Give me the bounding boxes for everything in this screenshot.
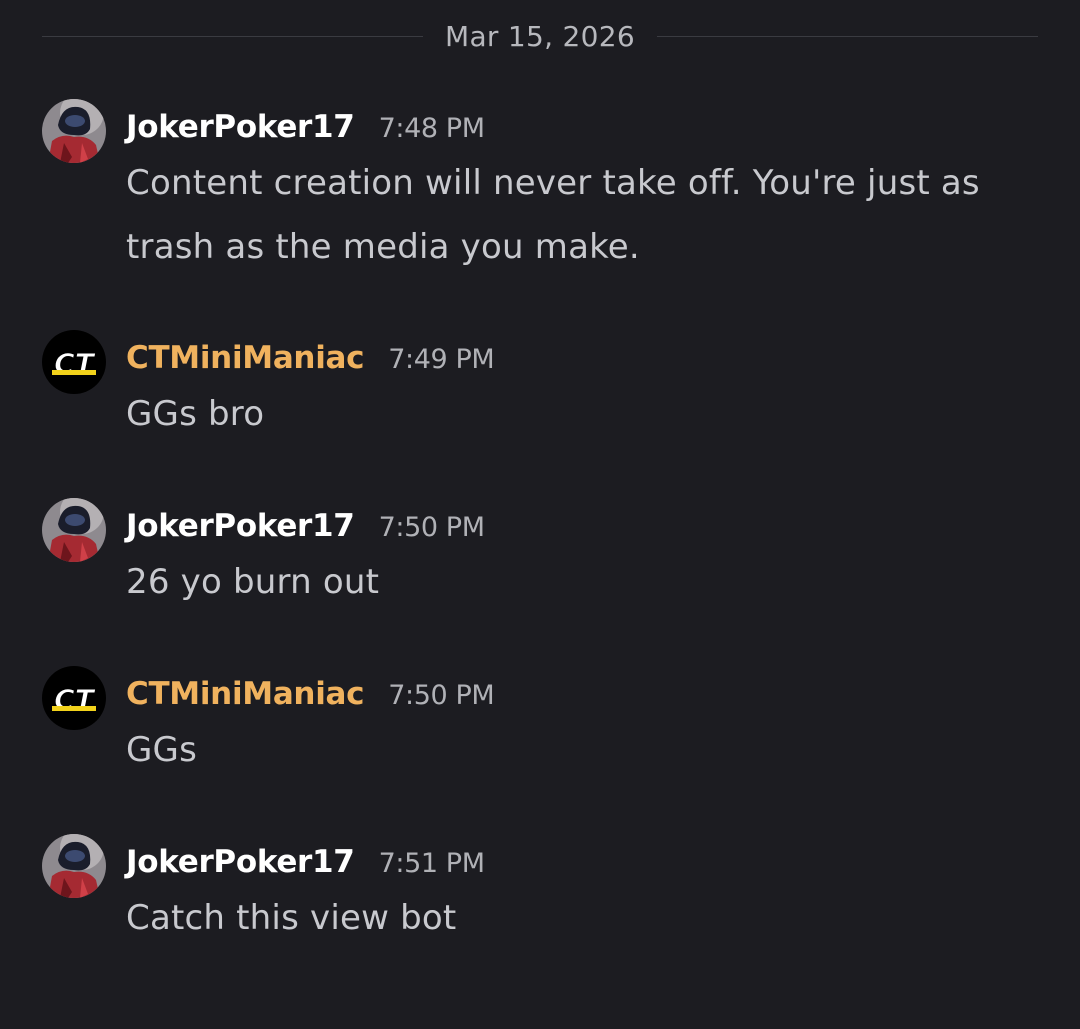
red-hooded-character-avatar-icon[interactable] [42,99,106,163]
username[interactable]: JokerPoker17 [126,844,355,880]
ct-logo-avatar-icon[interactable]: CT [42,666,106,730]
username[interactable]: JokerPoker17 [126,109,355,145]
message-text: 26 yo burn out [126,562,380,602]
date-divider-label: Mar 15, 2026 [444,19,636,53]
red-hooded-character-avatar-icon[interactable] [42,834,106,898]
divider-line-left [42,35,423,37]
message-text: Catch this view bot [126,898,457,938]
username[interactable]: CTMiniManiac [126,676,365,712]
message-text: Content creation will never take off. Yo… [126,163,980,267]
ct-logo-text: CT [54,347,96,380]
username[interactable]: JokerPoker17 [126,508,355,544]
message-text: GGs [126,730,198,770]
message-timestamp: 7:49 PM [388,344,495,375]
ct-logo-avatar-icon[interactable]: CT [42,330,106,394]
ct-logo-text: CT [54,683,96,716]
message-timestamp: 7:51 PM [378,848,485,879]
message-timestamp: 7:50 PM [388,680,495,711]
message-timestamp: 7:50 PM [378,512,485,543]
red-hooded-character-avatar-icon[interactable] [42,498,106,562]
divider-line-right [657,35,1038,37]
message-text: GGs bro [126,394,265,434]
date-divider: Mar 15, 2026 [42,14,1038,58]
username[interactable]: CTMiniManiac [126,340,365,376]
message-timestamp: 7:48 PM [378,113,485,144]
